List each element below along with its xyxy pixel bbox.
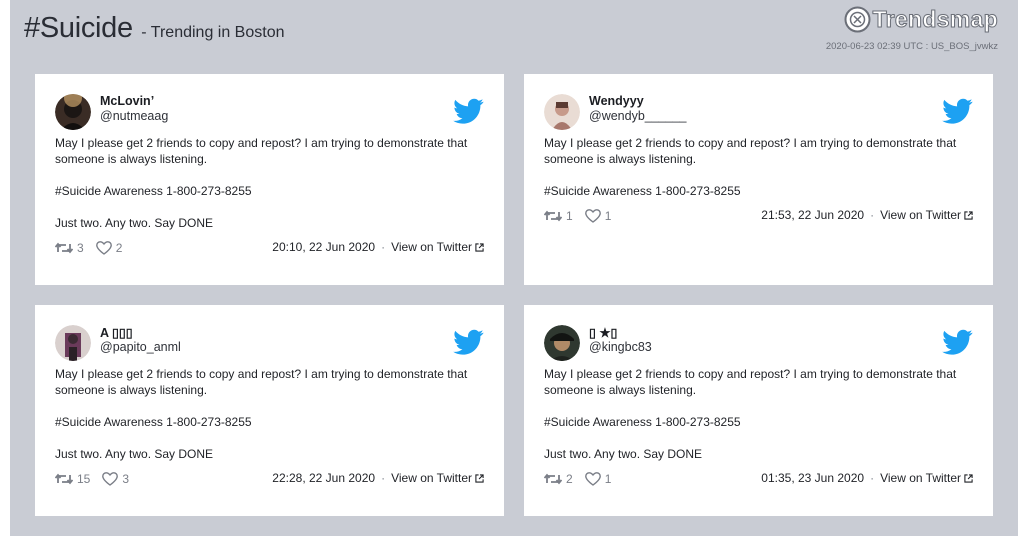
external-link-icon — [475, 473, 484, 483]
heart-icon — [584, 472, 601, 486]
tweet-text-line: #Suicide Awareness 1-800-273-8255 — [544, 184, 741, 198]
view-on-twitter-link[interactable]: View on Twitter — [391, 240, 472, 254]
tweet-text-line: May I please get 2 friends to copy and r… — [544, 136, 957, 166]
retweet-button[interactable]: 1 — [544, 209, 573, 223]
tweet-card: Wendyyy @wendyb______ May I please get 2… — [524, 74, 993, 285]
tweet-text-line: Just two. Any two. Say DONE — [55, 216, 214, 230]
user-display-name[interactable]: ▯ ★▯ — [589, 325, 617, 340]
external-link-icon — [964, 210, 973, 220]
retweet-icon — [544, 210, 562, 222]
retweet-button[interactable]: 2 — [544, 472, 573, 486]
trendsmap-logo-icon — [844, 6, 871, 33]
tweet-actions: 3 2 — [55, 241, 134, 255]
like-count: 2 — [115, 241, 123, 255]
like-count: 3 — [122, 472, 130, 486]
tweet-footer: 21:53, 22 Jun 2020 · View on Twitter — [761, 208, 973, 222]
separator-dot: · — [870, 208, 875, 222]
tweet-text: May I please get 2 friends to copy and r… — [544, 366, 974, 462]
like-button[interactable]: 3 — [102, 472, 129, 486]
tweet-text-line: Just two. Any two. Say DONE — [544, 447, 703, 461]
twitter-bird-icon[interactable] — [453, 329, 484, 356]
avatar[interactable] — [544, 94, 580, 130]
heart-icon — [584, 209, 601, 223]
like-count: 1 — [604, 472, 612, 486]
heart-icon — [102, 472, 119, 486]
tweet-text-line: May I please get 2 friends to copy and r… — [55, 367, 468, 397]
view-on-twitter-link[interactable]: View on Twitter — [880, 208, 961, 222]
user-display-name[interactable]: Wendyyy — [589, 94, 644, 108]
tweet-text-line: #Suicide Awareness 1-800-273-8255 — [55, 184, 252, 198]
tweet-timestamp[interactable]: 20:10, 22 Jun 2020 — [272, 240, 375, 254]
tweet-text: May I please get 2 friends to copy and r… — [55, 366, 485, 462]
tweet-text-line: Just two. Any two. Say DONE — [55, 447, 214, 461]
like-button[interactable]: 1 — [584, 209, 612, 223]
trendsmap-logo[interactable]: Trendsmap — [844, 6, 998, 33]
user-display-name[interactable]: McLovin’ — [100, 94, 154, 108]
user-handle[interactable]: @wendyb______ — [589, 109, 687, 123]
retweet-count: 1 — [566, 209, 573, 223]
retweet-icon — [544, 473, 562, 485]
retweet-button[interactable]: 3 — [55, 241, 84, 255]
twitter-bird-icon[interactable] — [942, 98, 973, 125]
like-button[interactable]: 1 — [584, 472, 612, 486]
external-link-icon — [475, 242, 484, 252]
tweet-text-line: #Suicide Awareness 1-800-273-8255 — [55, 415, 252, 429]
user-display-name[interactable]: A ▯▯▯ — [100, 325, 133, 340]
avatar[interactable] — [544, 325, 580, 361]
timestamp-location-meta: 2020-06-23 02:39 UTC : US_BOS_jvwkz — [825, 41, 998, 52]
like-count: 1 — [604, 209, 612, 223]
tweet-card: McLovin’ @nutmeaag May I please get 2 fr… — [35, 74, 504, 285]
page-title: #Suicide - Trending in Boston — [24, 12, 285, 45]
twitter-bird-icon[interactable] — [942, 329, 973, 356]
user-handle[interactable]: @kingbc83 — [589, 340, 652, 354]
tweet-actions: 2 1 — [544, 472, 623, 486]
location-subtitle: - Trending in Boston — [141, 24, 285, 41]
tweet-timestamp[interactable]: 21:53, 22 Jun 2020 — [761, 208, 864, 222]
page-background: #Suicide - Trending in Boston Trendsmap … — [10, 0, 1018, 536]
user-handle[interactable]: @nutmeaag — [100, 109, 168, 123]
retweet-icon — [55, 242, 73, 254]
tweet-text-line: May I please get 2 friends to copy and r… — [544, 367, 957, 397]
retweet-button[interactable]: 15 — [55, 472, 90, 486]
tweet-text-line: May I please get 2 friends to copy and r… — [55, 136, 468, 166]
heart-icon — [95, 241, 112, 255]
avatar[interactable] — [55, 325, 91, 361]
tweet-text: May I please get 2 friends to copy and r… — [55, 135, 485, 231]
twitter-bird-icon[interactable] — [453, 98, 484, 125]
tweet-actions: 1 1 — [544, 209, 623, 223]
separator-dot: · — [381, 240, 386, 254]
retweet-count: 2 — [566, 472, 573, 486]
tweet-footer: 22:28, 22 Jun 2020 · View on Twitter — [272, 471, 484, 485]
retweet-count: 15 — [77, 472, 91, 486]
separator-dot: · — [381, 471, 386, 485]
view-on-twitter-link[interactable]: View on Twitter — [880, 471, 961, 485]
user-handle[interactable]: @papito_anml — [100, 340, 181, 354]
tweet-text: May I please get 2 friends to copy and r… — [544, 135, 974, 199]
tweet-actions: 15 3 — [55, 472, 141, 486]
hashtag-title: #Suicide — [24, 12, 133, 44]
external-link-icon — [964, 473, 973, 483]
retweet-icon — [55, 473, 73, 485]
separator-dot: · — [870, 471, 875, 485]
like-button[interactable]: 2 — [95, 241, 123, 255]
tweet-footer: 20:10, 22 Jun 2020 · View on Twitter — [272, 240, 484, 254]
tweet-timestamp[interactable]: 01:35, 23 Jun 2020 — [761, 471, 864, 485]
tweet-footer: 01:35, 23 Jun 2020 · View on Twitter — [761, 471, 973, 485]
avatar[interactable] — [55, 94, 91, 130]
trendsmap-logo-text: Trendsmap — [872, 6, 998, 33]
tweet-card: ▯ ★▯ @kingbc83 May I please get 2 friend… — [524, 305, 993, 516]
retweet-count: 3 — [77, 241, 84, 255]
view-on-twitter-link[interactable]: View on Twitter — [391, 471, 472, 485]
tweet-timestamp[interactable]: 22:28, 22 Jun 2020 — [272, 471, 375, 485]
tweet-text-line: #Suicide Awareness 1-800-273-8255 — [544, 415, 741, 429]
tweet-card: A ▯▯▯ @papito_anml May I please get 2 fr… — [35, 305, 504, 516]
